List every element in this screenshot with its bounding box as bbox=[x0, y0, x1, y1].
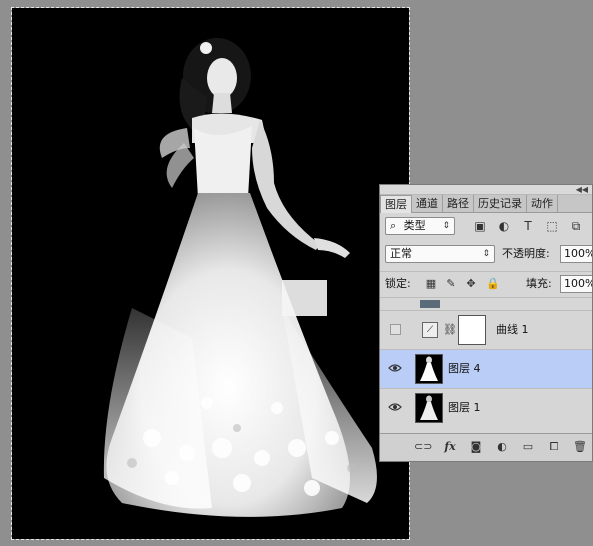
smart-object-filter-icon[interactable]: ⧉ bbox=[568, 218, 584, 234]
shape-filter-icon[interactable]: ⬚ bbox=[544, 218, 560, 234]
tab-layers[interactable]: 图层 bbox=[380, 195, 412, 213]
tab-actions[interactable]: 动作 bbox=[527, 195, 558, 212]
panel-bottom-bar: ⊂⊃ fx ◙ ◐ ▭ ⧠ 🗑 bbox=[380, 433, 592, 461]
eye-icon[interactable] bbox=[388, 401, 402, 413]
panel-collapse-bar[interactable]: ◀◀ bbox=[380, 185, 592, 195]
document-canvas[interactable] bbox=[11, 7, 410, 540]
layer-name[interactable]: 图层 1 bbox=[448, 400, 481, 416]
layer-row-partial[interactable] bbox=[380, 297, 592, 310]
filter-row: ⌕ 类型 ⇕ ▣ ◐ T ⬚ ⧉ bbox=[380, 213, 592, 239]
mask-icon[interactable]: ◙ bbox=[468, 440, 484, 454]
stepper-icon: ⇕ bbox=[482, 249, 490, 259]
layer-mask-thumbnail[interactable] bbox=[458, 315, 486, 345]
blend-row: 正常 ⇕ 不透明度: 100% bbox=[380, 241, 592, 269]
layer-row-layer1[interactable]: 图层 1 bbox=[380, 388, 592, 427]
lock-row: 锁定: ▦ ✎ ✥ 🔒 填充: 100% bbox=[380, 271, 592, 298]
link-icon[interactable]: ⊂⊃ bbox=[414, 440, 432, 454]
panel-tabs: 图层 通道 路径 历史记录 动作 bbox=[380, 195, 592, 213]
lock-brush-icon[interactable]: ✎ bbox=[444, 277, 458, 291]
tab-paths[interactable]: 路径 bbox=[443, 195, 474, 212]
curves-adjustment-icon: ⟋ bbox=[422, 322, 438, 338]
lock-label: 锁定: bbox=[385, 277, 411, 290]
layer-row-curves[interactable]: ⟋ ⛓ 曲线 1 bbox=[380, 310, 592, 349]
layer-thumbnail[interactable] bbox=[415, 354, 443, 384]
bride-image bbox=[103, 38, 377, 517]
filter-type-label: 类型 bbox=[403, 219, 426, 232]
layer-name[interactable]: 曲线 1 bbox=[496, 322, 529, 338]
eye-icon[interactable] bbox=[388, 362, 402, 374]
new-layer-icon[interactable]: ⧠ bbox=[546, 440, 562, 454]
adjustment-filter-icon[interactable]: ◐ bbox=[496, 218, 512, 234]
blend-mode-dropdown[interactable]: 正常 ⇕ bbox=[385, 245, 495, 263]
lock-transparency-icon[interactable]: ▦ bbox=[424, 277, 438, 291]
stepper-icon: ⇕ bbox=[442, 221, 450, 231]
opacity-label: 不透明度: bbox=[502, 247, 550, 260]
layer-thumbnail[interactable] bbox=[415, 393, 443, 423]
fill-label: 填充: bbox=[526, 277, 552, 290]
folder-icon[interactable]: ▭ bbox=[520, 440, 536, 454]
fill-input[interactable]: 100% bbox=[560, 275, 592, 293]
layer-name[interactable]: 图层 4 bbox=[448, 361, 481, 377]
trash-icon[interactable]: 🗑 bbox=[572, 440, 588, 454]
type-filter-icon[interactable]: T bbox=[520, 218, 536, 234]
search-icon: ⌕ bbox=[390, 219, 397, 232]
visibility-toggle-off[interactable] bbox=[390, 324, 401, 335]
lock-move-icon[interactable]: ✥ bbox=[464, 277, 478, 291]
opacity-input[interactable]: 100% bbox=[560, 245, 592, 263]
layer-row-layer4[interactable]: 图层 4 bbox=[380, 349, 592, 388]
fx-icon[interactable]: fx bbox=[442, 440, 458, 454]
image-filter-icon[interactable]: ▣ bbox=[472, 218, 488, 234]
chain-link-icon[interactable]: ⛓ bbox=[443, 323, 457, 336]
lock-all-icon[interactable]: 🔒 bbox=[486, 277, 500, 291]
filter-type-dropdown[interactable]: ⌕ 类型 ⇕ bbox=[385, 217, 455, 235]
adjustment-icon[interactable]: ◐ bbox=[494, 440, 510, 454]
tab-history[interactable]: 历史记录 bbox=[474, 195, 527, 212]
collapse-arrows-icon[interactable]: ◀◀ bbox=[576, 185, 588, 194]
layer-thumb-partial bbox=[420, 300, 440, 308]
tab-channels[interactable]: 通道 bbox=[412, 195, 443, 212]
blend-mode-value: 正常 bbox=[390, 247, 412, 260]
layers-panel: ◀◀ 图层 通道 路径 历史记录 动作 ⌕ 类型 ⇕ ▣ ◐ T ⬚ ⧉ 正常 … bbox=[379, 184, 593, 462]
